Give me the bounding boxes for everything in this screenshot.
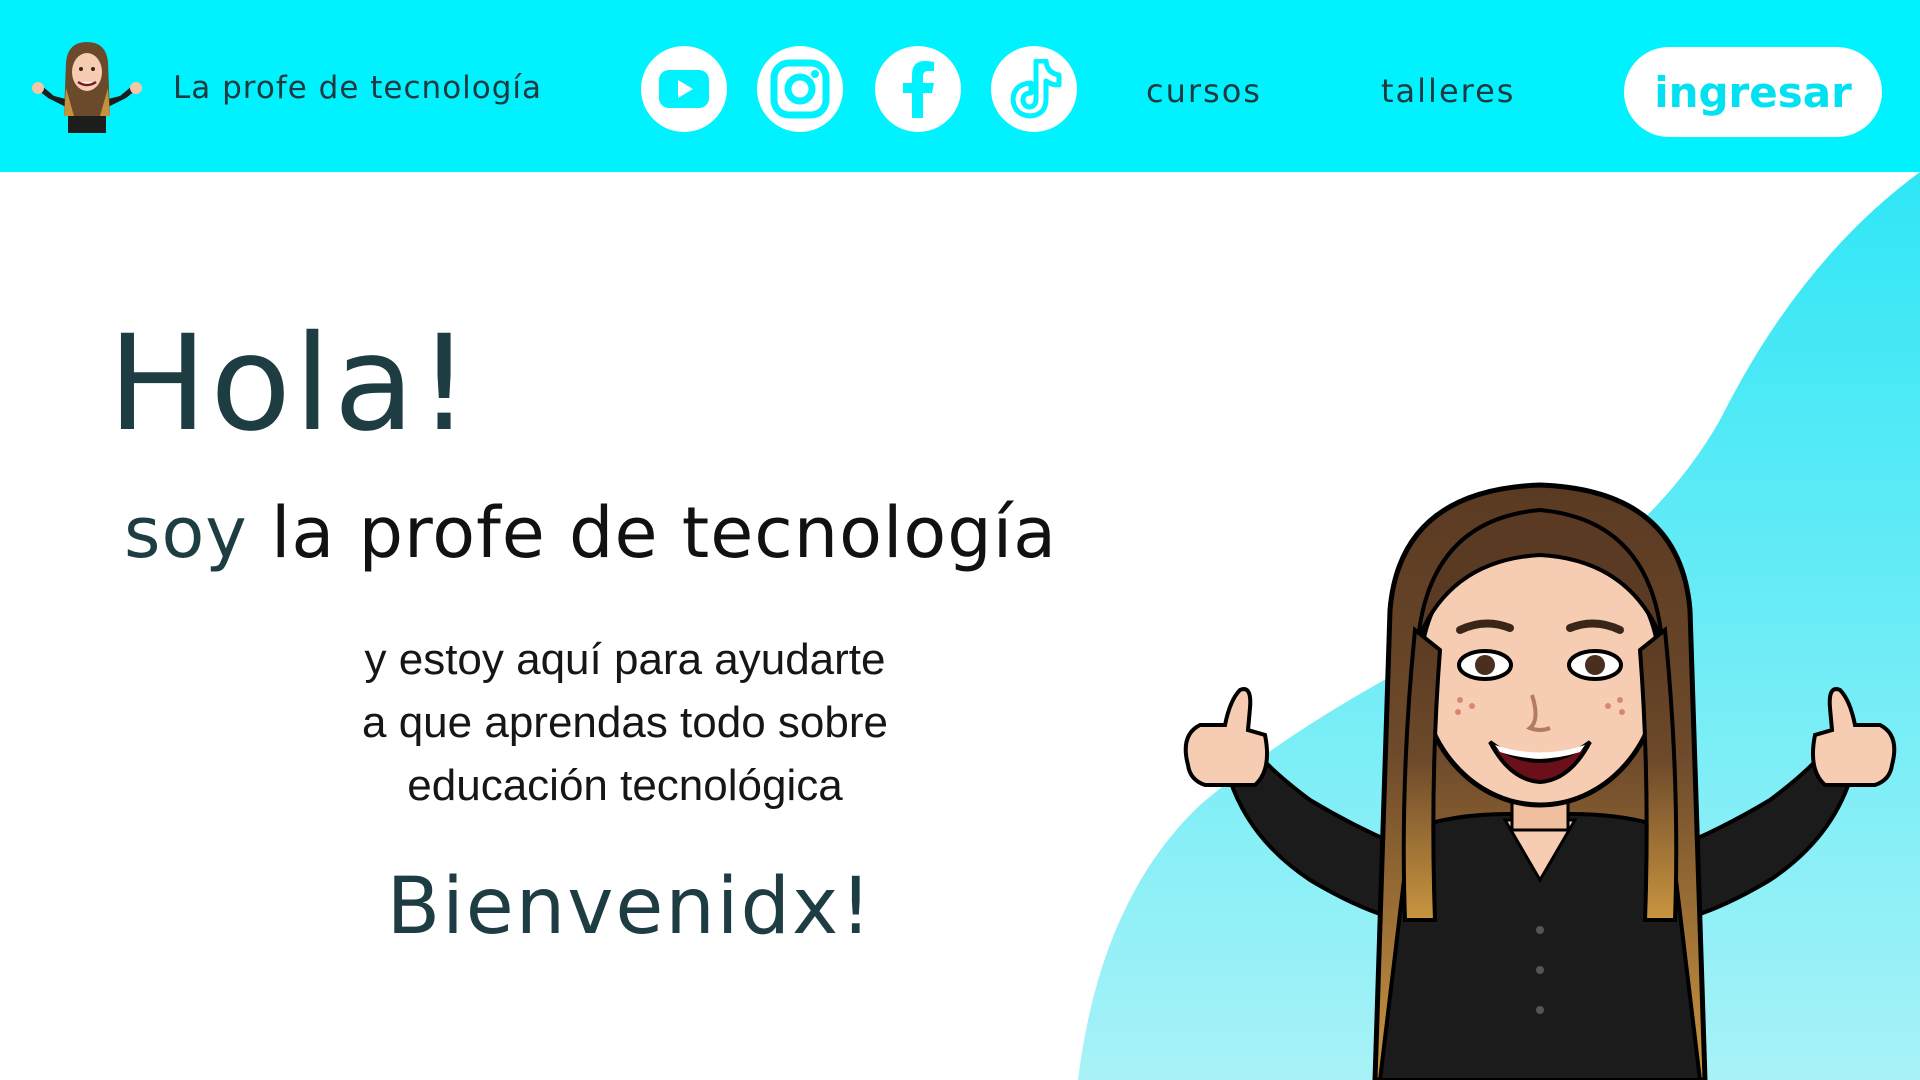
welcome-text: Bienvenidx! xyxy=(386,862,874,952)
subtitle-soy: soy xyxy=(124,492,248,574)
teacher-avatar-illustration xyxy=(1183,482,1897,1080)
hero-subtitle: soy la profe de tecnología xyxy=(124,498,1057,568)
hero-description: y estoy aquí para ayudarte a que aprenda… xyxy=(220,628,1030,817)
subtitle-rest: la profe de tecnología xyxy=(247,492,1058,574)
description-line: a que aprendas todo sobre xyxy=(362,698,888,747)
hero-title: Hola! xyxy=(108,307,474,461)
description-line: y estoy aquí para ayudarte xyxy=(364,635,886,684)
description-line: educación tecnológica xyxy=(407,761,843,810)
